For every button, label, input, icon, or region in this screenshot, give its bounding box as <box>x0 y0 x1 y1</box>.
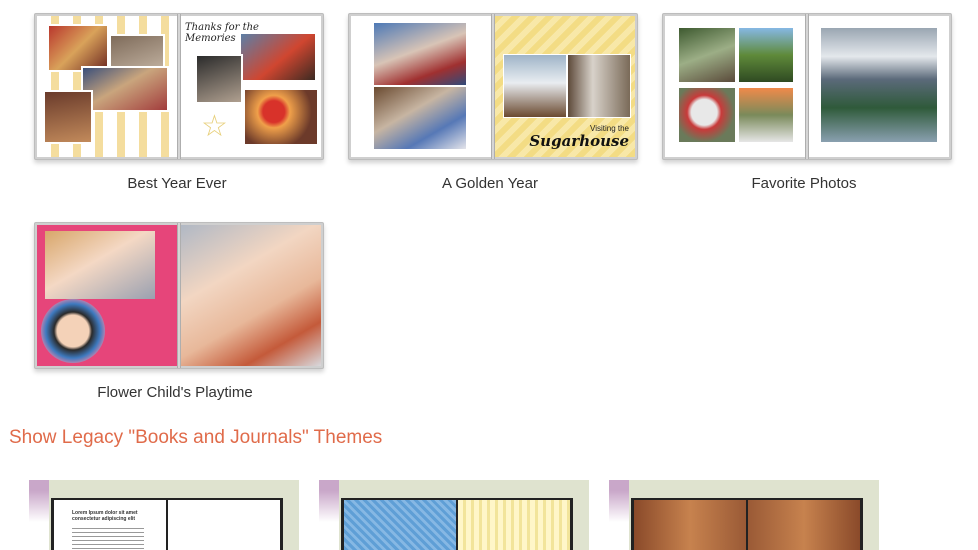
legacy-theme-card[interactable]: Lorem Ipsum dolor sit amet consectetur a… <box>29 480 299 550</box>
book-thumbnail-a-golden-year[interactable]: Visiting the Sugarhouse <box>348 13 638 160</box>
legacy-book <box>631 498 863 550</box>
photo <box>737 26 795 84</box>
legacy-left-page: Lorem Ipsum dolor sit amet consectetur a… <box>54 500 166 550</box>
book-left-page <box>351 16 491 157</box>
legacy-right-page <box>168 500 280 550</box>
photo <box>677 86 737 144</box>
legacy-left-page <box>634 500 746 550</box>
book-right-page <box>181 225 321 366</box>
photo <box>737 86 795 144</box>
photo <box>45 231 155 299</box>
photo <box>47 24 109 72</box>
legacy-right-page <box>748 500 860 550</box>
photo <box>239 32 317 82</box>
legacy-book: Lorem Ipsum dolor sit amet consectetur a… <box>51 498 283 550</box>
photo <box>243 88 319 146</box>
vase-decoration <box>609 480 629 550</box>
theme-title[interactable]: A Golden Year <box>346 175 634 192</box>
book-thumbnail-favorite-photos[interactable] <box>662 13 952 160</box>
legacy-theme-card[interactable] <box>319 480 589 550</box>
photo <box>373 86 467 150</box>
legacy-right-page <box>458 500 570 550</box>
legacy-theme-card[interactable] <box>609 480 879 550</box>
book-left-page <box>37 225 177 366</box>
photo <box>373 22 467 86</box>
legacy-book <box>341 498 573 550</box>
book-thumbnail-best-year-ever[interactable]: Thanks for the Memories ☆ <box>34 13 324 160</box>
theme-title[interactable]: Favorite Photos <box>660 175 948 192</box>
star-icon: ☆ <box>201 110 228 143</box>
book-thumbnail-flower-childs-playtime[interactable] <box>34 222 324 369</box>
book-left-page <box>37 16 177 157</box>
photo <box>195 54 243 104</box>
cover-script-big: Sugarhouse <box>529 132 629 150</box>
book-right-page <box>809 16 949 157</box>
theme-title[interactable]: Flower Child's Playtime <box>31 384 319 401</box>
legacy-headline: Lorem Ipsum dolor sit amet consectetur a… <box>72 510 138 522</box>
theme-title[interactable]: Best Year Ever <box>33 175 321 192</box>
book-right-page: Thanks for the Memories ☆ <box>181 16 321 157</box>
photo <box>819 26 939 144</box>
photo <box>567 54 631 118</box>
photo <box>81 66 169 112</box>
photo <box>677 26 737 84</box>
photo <box>43 90 93 144</box>
show-legacy-themes-link[interactable]: Show Legacy "Books and Journals" Themes <box>9 427 382 449</box>
book-right-page: Visiting the Sugarhouse <box>495 16 635 157</box>
vase-decoration <box>319 480 339 550</box>
book-left-page <box>665 16 805 157</box>
legacy-left-page <box>344 500 456 550</box>
text-block <box>72 528 144 550</box>
photo <box>503 54 567 118</box>
photo <box>41 299 105 363</box>
vase-decoration <box>29 480 49 550</box>
